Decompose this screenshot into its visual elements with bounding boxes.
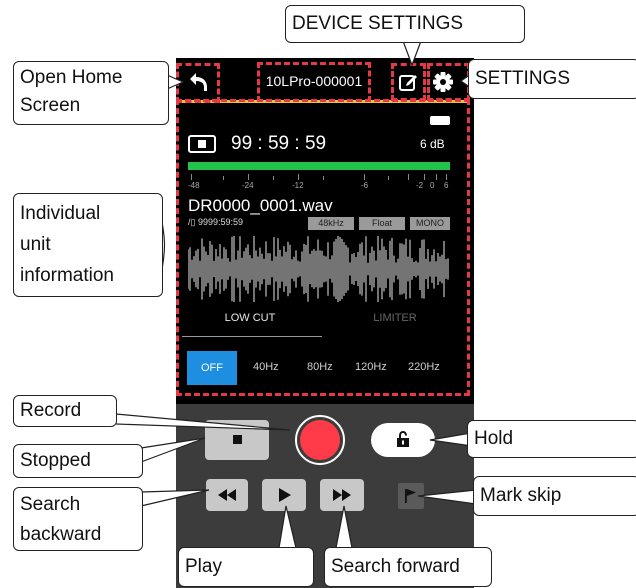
callout-device-settings: DEVICE SETTINGS [285, 5, 525, 43]
callout-mark-skip: Mark skip [473, 476, 636, 516]
callout-individual-info: Individual unit information [13, 193, 163, 297]
callout-play: Play [178, 547, 314, 587]
callout-hold: Hold [467, 420, 636, 458]
callout-search-forward: Search forward [324, 547, 492, 587]
callout-record: Record [13, 395, 117, 427]
callout-search-backward: Search backward [13, 487, 143, 551]
callout-settings: SETTINGS [468, 59, 636, 99]
callout-open-home: Open Home Screen [13, 61, 169, 125]
callout-stopped: Stopped [13, 444, 143, 478]
